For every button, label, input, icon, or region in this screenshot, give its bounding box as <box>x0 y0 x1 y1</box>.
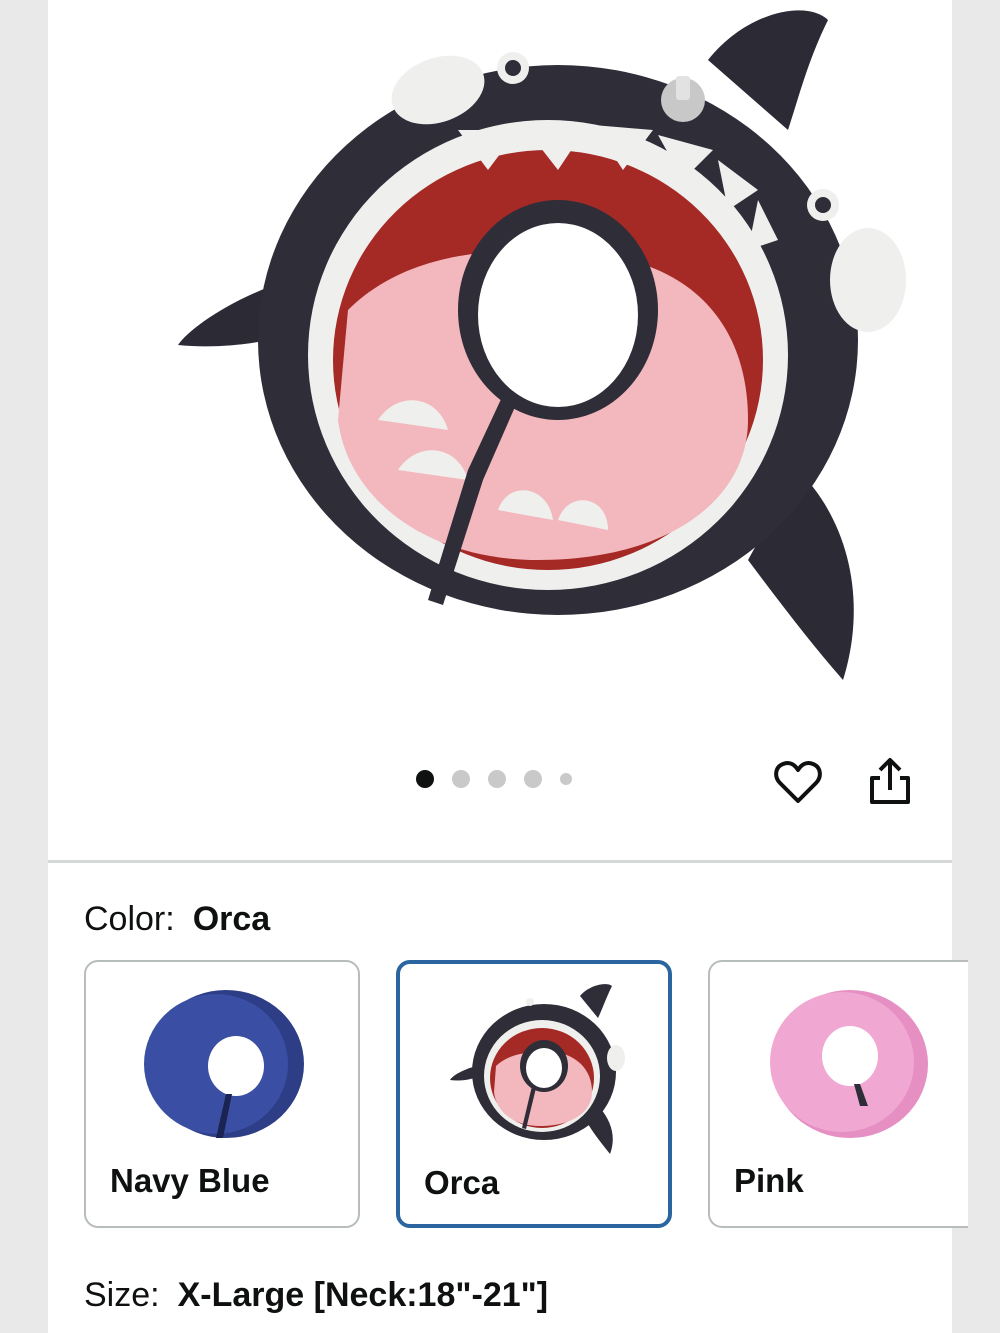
heart-icon[interactable] <box>772 756 824 808</box>
carousel-dot[interactable] <box>452 770 470 788</box>
color-option-label: Orca <box>424 1164 500 1201</box>
carousel-dot[interactable] <box>524 770 542 788</box>
color-option-label: Navy Blue <box>110 1162 270 1199</box>
selected-color-value: Orca <box>192 900 271 938</box>
product-page: Color: Orca Navy Blue Orca Pink Size: X-… <box>48 0 968 1333</box>
size-label: Size: <box>84 1276 160 1314</box>
color-label: Color: <box>84 900 175 938</box>
share-icon[interactable] <box>866 756 914 808</box>
image-carousel-dots[interactable] <box>416 770 572 788</box>
color-option-orca[interactable]: Orca <box>396 960 672 1228</box>
carousel-dot[interactable] <box>488 770 506 788</box>
color-option-navy-blue[interactable]: Navy Blue <box>84 960 360 1228</box>
size-selection-label: Size: X-Large [Neck:18"-21"] <box>84 1276 548 1315</box>
carousel-dot[interactable] <box>560 773 572 785</box>
pink-collar-thumbnail <box>770 990 928 1138</box>
orca-cone-collar-image[interactable] <box>108 0 908 720</box>
color-selection-label: Color: Orca <box>84 900 270 939</box>
navy-blue-collar-thumbnail <box>144 990 304 1138</box>
section-divider <box>48 860 952 863</box>
selected-size-value: X-Large [Neck:18"-21"] <box>177 1276 549 1314</box>
orca-collar-thumbnail <box>450 984 625 1154</box>
color-option-pink[interactable]: Pink <box>708 960 968 1228</box>
carousel-dot[interactable] <box>416 770 434 788</box>
color-option-label: Pink <box>734 1162 804 1199</box>
